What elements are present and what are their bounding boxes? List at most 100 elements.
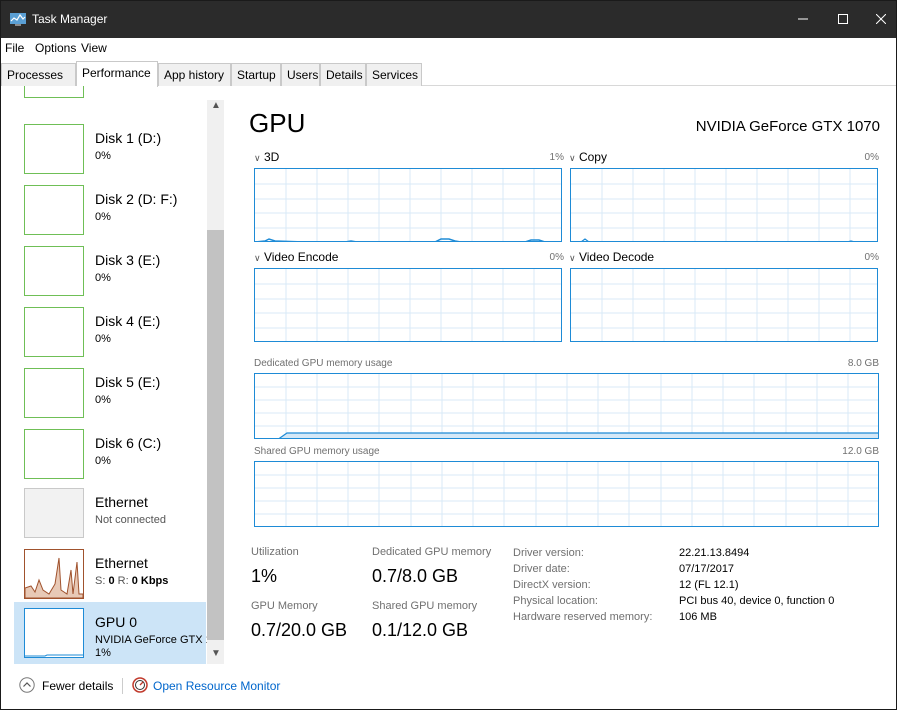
hardware-reserved-memory-value: 106 MB xyxy=(679,611,717,623)
engine-video-decode-selector[interactable]: ∨ Video Decode xyxy=(569,250,654,264)
sidebar-item-sub: 0% xyxy=(95,150,111,162)
gpu-activity-graph xyxy=(25,654,83,657)
utilization-value: 1% xyxy=(251,566,278,586)
graph-grid xyxy=(255,374,878,438)
menu-options[interactable]: Options xyxy=(35,41,76,55)
sidebar-scrollbar[interactable]: ▲ ▼ xyxy=(207,100,224,664)
gpu-memory-value: 0.7/20.0 GB xyxy=(251,620,348,640)
close-button[interactable] xyxy=(858,0,897,38)
engine-pct: 0% xyxy=(549,252,564,263)
gpu-model-name: NVIDIA GeForce GTX 1070 xyxy=(695,118,880,135)
tab-app-history[interactable]: App history xyxy=(158,63,231,86)
sidebar-item-sub: 0% xyxy=(95,455,111,467)
sidebar-item-name: Disk 4 (E:) xyxy=(95,313,161,329)
engine-video-decode-graph xyxy=(570,268,878,342)
shared-gpu-memory-label: Shared GPU memory xyxy=(372,600,478,612)
task-manager-icon xyxy=(10,13,26,26)
dedicated-gpu-memory-value: 0.7/8.0 GB xyxy=(372,566,459,586)
sidebar-thumbnail xyxy=(24,307,84,357)
engine-label: 3D xyxy=(263,150,280,164)
graph-grid xyxy=(571,169,877,241)
tab-performance[interactable]: Performance xyxy=(76,61,158,87)
scroll-up-icon[interactable]: ▲ xyxy=(211,100,221,111)
chevron-up-circle-icon[interactable] xyxy=(19,677,35,693)
menu-view[interactable]: View xyxy=(81,41,107,55)
sidebar-item-name: Disk 5 (E:) xyxy=(95,374,161,390)
dedicated-memory-label: Dedicated GPU memory usage xyxy=(254,358,393,369)
driver-version-value: 22.21.13.8494 xyxy=(679,547,750,559)
menu-bar: File Options View xyxy=(0,38,897,58)
chevron-down-icon: ∨ xyxy=(569,253,576,263)
engine-3d-selector[interactable]: ∨ 3D xyxy=(254,150,279,164)
tab-details[interactable]: Details xyxy=(320,63,366,86)
engine-copy-selector[interactable]: ∨ Copy xyxy=(569,150,607,164)
sidebar-item-ethernet-2[interactable]: Ethernet S: 0 R: 0 Kbps xyxy=(14,543,206,605)
window-title: Task Manager xyxy=(32,12,108,26)
sidebar-item-partial[interactable] xyxy=(14,86,206,104)
tab-processes[interactable]: Processes xyxy=(1,63,76,86)
sidebar-thumbnail xyxy=(24,124,84,174)
graph-grid xyxy=(571,269,877,341)
scrollbar-thumb[interactable] xyxy=(207,230,224,640)
chevron-down-icon: ∨ xyxy=(569,153,576,163)
graph-grid xyxy=(255,462,878,526)
sidebar-item-sub: 0% xyxy=(95,394,111,406)
sidebar-thumbnail xyxy=(24,86,84,98)
dedicated-memory-max: 8.0 GB xyxy=(847,358,879,369)
engine-video-encode-selector[interactable]: ∨ Video Encode xyxy=(254,250,338,264)
shared-memory-graph xyxy=(254,461,879,527)
menu-file[interactable]: File xyxy=(5,41,24,55)
sidebar-item-disk-1[interactable]: Disk 1 (D:) 0% xyxy=(14,118,206,180)
engine-copy-graph xyxy=(570,168,878,242)
send-value: 0 xyxy=(108,575,115,587)
sidebar-item-sub: Not connected xyxy=(95,514,166,526)
physical-location-value: PCI bus 40, device 0, function 0 xyxy=(679,595,835,607)
resource-sidebar: Disk 1 (D:) 0% Disk 2 (D: F:) 0% Disk 3 … xyxy=(14,86,224,664)
sidebar-item-name: Disk 3 (E:) xyxy=(95,252,161,268)
scroll-down-icon[interactable]: ▼ xyxy=(211,648,221,659)
dedicated-memory-graph xyxy=(254,373,879,439)
physical-location-key: Physical location: xyxy=(513,595,598,607)
sidebar-thumbnail xyxy=(24,368,84,418)
graph-grid xyxy=(255,169,561,241)
sidebar-item-disk-2[interactable]: Disk 2 (D: F:) 0% xyxy=(14,179,206,241)
engine-label: Video Encode xyxy=(263,250,339,264)
tab-users[interactable]: Users xyxy=(281,63,320,86)
sidebar-item-disk-6[interactable]: Disk 6 (C:) 0% xyxy=(14,423,206,485)
sidebar-item-sub: 0% xyxy=(95,272,111,284)
gpu-memory-label: GPU Memory xyxy=(251,600,318,612)
sidebar-item-name: Disk 1 (D:) xyxy=(95,130,162,146)
sidebar-item-gpu-0[interactable]: GPU 0 NVIDIA GeForce GTX 1070 1% xyxy=(14,602,224,664)
resource-monitor-icon[interactable] xyxy=(132,677,148,693)
sidebar-item-disk-3[interactable]: Disk 3 (E:) 0% xyxy=(14,240,206,302)
sidebar-item-sub2: 1% xyxy=(95,647,111,659)
sidebar-item-ethernet-1[interactable]: Ethernet Not connected xyxy=(14,482,206,544)
sidebar-thumbnail xyxy=(24,185,84,235)
utilization-label: Utilization xyxy=(251,546,299,558)
tab-startup[interactable]: Startup xyxy=(231,63,281,86)
sidebar-item-disk-4[interactable]: Disk 4 (E:) 0% xyxy=(14,301,206,363)
sidebar-item-disk-5[interactable]: Disk 5 (E:) 0% xyxy=(14,362,206,424)
engine-label: Video Decode xyxy=(578,250,655,264)
open-resource-monitor-link[interactable]: Open Resource Monitor xyxy=(153,679,280,693)
engine-label: Copy xyxy=(578,150,607,164)
engine-video-encode-graph xyxy=(254,268,562,342)
sidebar-thumbnail xyxy=(24,246,84,296)
title-bar: Task Manager xyxy=(0,0,897,38)
shared-gpu-memory-value: 0.1/12.0 GB xyxy=(372,620,469,640)
send-label: S: xyxy=(95,575,106,587)
sidebar-thumbnail xyxy=(24,608,84,658)
engine-3d-graph xyxy=(254,168,562,242)
footer-separator xyxy=(122,678,123,694)
tab-services[interactable]: Services xyxy=(366,63,422,86)
minimize-icon xyxy=(798,18,808,20)
sidebar-item-sub: S: 0 R: 0 Kbps xyxy=(95,575,168,587)
hardware-reserved-memory-key: Hardware reserved memory: xyxy=(513,611,653,623)
shared-memory-label: Shared GPU memory usage xyxy=(254,446,380,457)
directx-version-key: DirectX version: xyxy=(513,579,591,591)
sidebar-item-sub: 0% xyxy=(95,211,111,223)
sidebar-item-sub: NVIDIA GeForce GTX 1070 xyxy=(95,634,224,646)
ethernet-activity-graph xyxy=(24,557,84,599)
fewer-details-button[interactable]: Fewer details xyxy=(42,679,113,693)
shared-memory-max: 12.0 GB xyxy=(842,446,879,457)
